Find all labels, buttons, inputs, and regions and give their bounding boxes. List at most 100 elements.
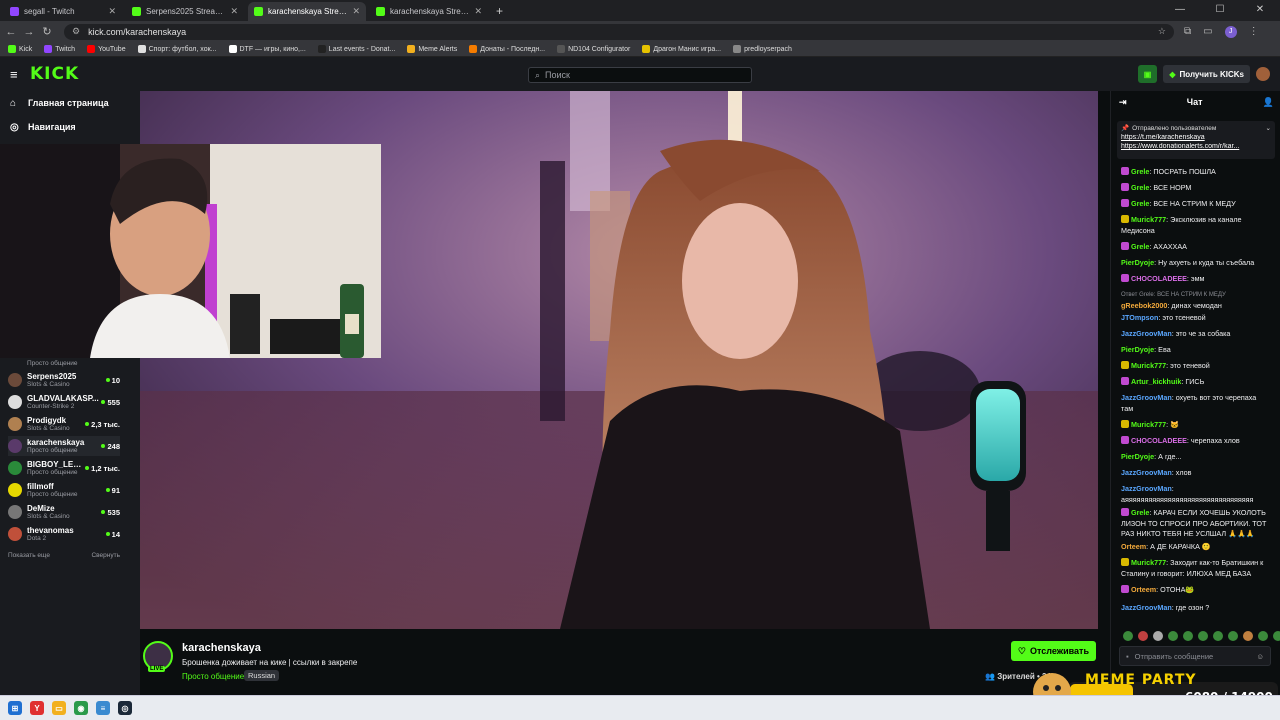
get-kicks-button[interactable]: ◆ Получить KICKs [1163,65,1250,83]
emote-icon[interactable] [1213,631,1223,641]
chat-username[interactable]: Orteem [1131,585,1156,594]
chat-username[interactable]: Grele [1131,183,1149,192]
channel-item[interactable]: BIGBOY_LEGE... Просто общение 1,2 тыс. [8,458,120,478]
bookmark[interactable]: Last events - Donat... [317,45,395,53]
menu-dots-icon[interactable]: ⋮ [1249,26,1259,37]
chat-username[interactable]: PierDyoje [1121,452,1154,461]
collapse-chat-icon[interactable]: ⇥ [1119,97,1127,108]
kick-logo[interactable]: KICK [30,64,79,84]
close-tab-icon[interactable]: ✕ [108,6,116,17]
browser-tab[interactable]: Serpens2025 Stream - Watch L✕ [126,2,244,21]
bookmark[interactable]: predloyserpach [733,45,792,53]
collapse-link[interactable]: Свернуть [91,552,120,559]
emote-icon[interactable] [1123,631,1133,641]
browser-tab[interactable]: karachenskaya Stream - Watch✕ [370,2,488,21]
yandex-icon[interactable]: Y [30,701,44,715]
bookmark[interactable]: Twitch [44,45,75,53]
sidebar-item-navigation[interactable]: ◎ Навигация [0,115,140,139]
chat-username[interactable]: PierDyoje [1121,345,1154,354]
bookmark[interactable]: DTF — игры, кино,... [228,45,306,53]
chat-settings-icon[interactable]: ▪ [1126,652,1129,661]
hamburger-menu-icon[interactable]: ≡ [10,67,22,82]
profile-avatar[interactable]: J [1224,25,1237,38]
bookmark[interactable]: ND104 Configurator [557,45,630,53]
windows-icon[interactable]: ⊞ [8,701,22,715]
bookmark-star-icon[interactable]: ☆ [1158,26,1166,37]
channel-item[interactable]: GLADVALAKASP... Counter-Strike 2 555 [8,392,120,412]
chat-username[interactable]: Grele [1131,199,1149,208]
chat-username[interactable]: JazzGroovMan [1121,393,1172,402]
maximize-icon[interactable]: ☐ [1200,0,1240,21]
bookmark[interactable]: Kick [8,45,32,53]
emoji-picker-icon[interactable]: ☺ [1256,652,1264,661]
chat-username[interactable]: JazzGroovMan [1121,484,1172,493]
chat-username[interactable]: JazzGroovMan [1121,603,1172,612]
close-tab-icon[interactable]: ✕ [230,6,238,17]
emote-icon[interactable] [1183,631,1193,641]
explorer-icon[interactable]: ▭ [52,701,66,715]
emote-icon[interactable] [1168,631,1178,641]
emote-icon[interactable] [1198,631,1208,641]
bookmark[interactable]: Meme Alerts [407,45,457,53]
site-info-icon[interactable]: ⚙ [72,26,80,37]
language-tag[interactable]: Russian [244,670,280,681]
chat-username[interactable]: JTOmpson [1121,313,1158,322]
notepad-icon[interactable]: ≡ [96,701,110,715]
chat-username[interactable]: Artur_kickhuik [1131,377,1181,386]
emote-icon[interactable] [1273,631,1280,641]
browser-tab-active[interactable]: karachenskaya Stream - Watch✕ [248,2,366,21]
emote-icon[interactable] [1138,631,1148,641]
close-tab-icon[interactable]: ✕ [474,6,482,17]
emote-icon[interactable] [1258,631,1268,641]
tv-button[interactable]: ▣ [1137,65,1158,83]
back-icon[interactable]: ← [2,26,20,38]
minimize-icon[interactable]: — [1160,0,1200,21]
chat-username[interactable]: CHOCOLADEEE [1131,274,1187,283]
chat-username[interactable]: CHOCOLADEEE [1131,436,1187,445]
close-window-icon[interactable]: ✕ [1240,0,1280,21]
user-avatar[interactable] [1256,67,1270,81]
pinned-link[interactable]: https://www.donationalerts.com/r/kar... [1121,143,1261,150]
forward-icon[interactable]: → [20,26,38,38]
chat-username[interactable]: Murick777 [1131,215,1166,224]
new-tab-icon[interactable]: + [488,4,511,21]
browser-tab[interactable]: segall - Twitch ✕ [4,2,122,21]
chat-username[interactable]: Orteem [1121,542,1146,551]
chat-username[interactable]: Grele [1131,167,1149,176]
chat-username[interactable]: JazzGroovMan [1121,329,1172,338]
pinned-link[interactable]: https://t.me/karachenskaya [1121,134,1261,141]
bookmark[interactable]: Донаты - Последн... [469,45,545,53]
address-bar[interactable]: ⚙ kick.com/karachenskaya ☆ [64,23,1174,40]
search-input[interactable]: ⌕ Поиск [528,67,752,83]
bookmark[interactable]: Спорт: футбол, хок... [137,45,217,53]
emote-icon[interactable] [1243,631,1253,641]
channel-item[interactable]: Prodigydk Slots & Casino 2,3 тыс. [8,414,120,434]
sidebar-item-home[interactable]: ⌂ Главная страница [0,91,140,115]
extensions-icon[interactable]: ⧉ [1184,26,1191,37]
show-more-link[interactable]: Показать еще [8,552,50,559]
emote-icon[interactable] [1153,631,1163,641]
bookmark[interactable]: Драгон Манис игра... [642,45,721,53]
close-tab-icon[interactable]: ✕ [352,6,360,17]
chat-username[interactable]: gReebok2000 [1121,301,1167,310]
chat-username[interactable]: Grele [1131,508,1149,517]
chat-username[interactable]: Murick777 [1131,420,1166,429]
chat-username[interactable]: Murick777 [1131,558,1166,567]
channel-item-selected[interactable]: karachenskaya Просто общение 248 [8,436,120,456]
bookmark[interactable]: YouTube [87,45,126,53]
channel-item[interactable]: thevanomas Dota 2 14 [8,524,120,544]
channel-item[interactable]: fillmoff Просто общение 91 [8,480,120,500]
chat-username[interactable]: JazzGroovMan [1121,468,1172,477]
chat-message-input[interactable]: ▪ Отправить сообщение ☺ [1119,646,1271,666]
stream-category-link[interactable]: Просто общение [182,672,244,681]
channel-item[interactable]: Serpens2025 Slots & Casino 10 [8,370,120,390]
emote-icon[interactable] [1228,631,1238,641]
chrome-icon[interactable]: ◉ [74,701,88,715]
cast-icon[interactable]: ▭ [1203,26,1212,37]
chat-username[interactable]: PierDyoje [1121,258,1154,267]
steam-icon[interactable]: ◎ [118,701,132,715]
reload-icon[interactable]: ↻ [38,25,56,38]
follow-button[interactable]: ♡ Отслеживать [1010,641,1096,661]
streamer-name[interactable]: karachenskaya [182,642,261,654]
chat-users-icon[interactable]: 👤 [1263,97,1274,108]
